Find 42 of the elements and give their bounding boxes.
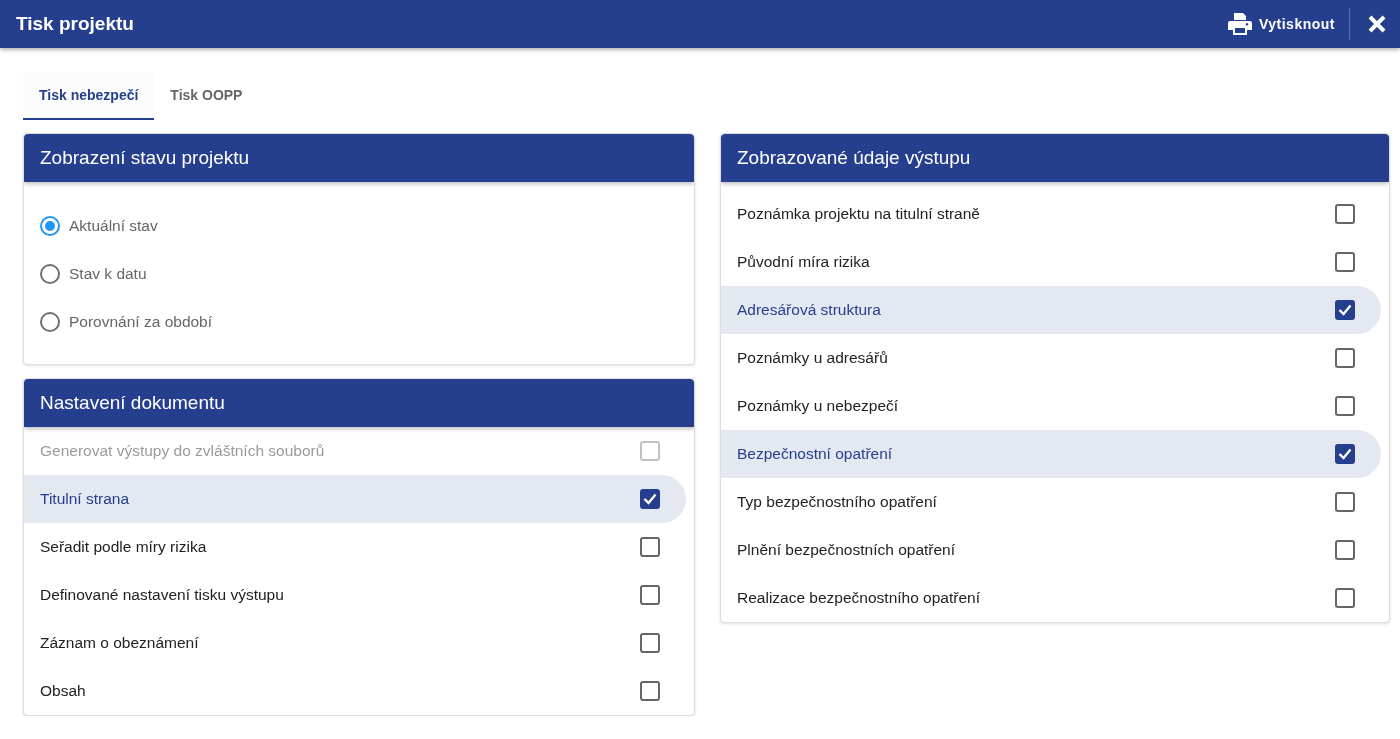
checkbox[interactable]: [1335, 300, 1355, 320]
checkbox-option[interactable]: Adresářová struktura: [721, 286, 1381, 334]
checkbox-option[interactable]: Plnění bezpečnostních opatření: [721, 526, 1381, 574]
checkbox[interactable]: [1335, 252, 1355, 272]
checkbox-option[interactable]: Obsah: [24, 667, 686, 715]
checkbox[interactable]: [1335, 540, 1355, 560]
checkbox-option[interactable]: Záznam o obeznámení: [24, 619, 686, 667]
checkbox[interactable]: [640, 633, 660, 653]
radio-button[interactable]: [40, 264, 60, 284]
checkbox[interactable]: [1335, 348, 1355, 368]
checkbox-option[interactable]: Typ bezpečnostního opatření: [721, 478, 1381, 526]
checkbox-option[interactable]: Poznámky u nebezpečí: [721, 382, 1381, 430]
checkbox[interactable]: [1335, 444, 1355, 464]
print-button[interactable]: Vytisknout: [1219, 7, 1343, 41]
panel-title: Nastavení dokumentu: [24, 379, 694, 427]
checkbox-option[interactable]: Bezpečnostní opatření: [721, 430, 1381, 478]
checkbox[interactable]: [640, 681, 660, 701]
checkbox[interactable]: [640, 489, 660, 509]
radio-option[interactable]: Aktuální stav: [24, 202, 686, 250]
checkbox[interactable]: [1335, 204, 1355, 224]
printer-icon: [1227, 13, 1252, 35]
checkbox[interactable]: [640, 537, 660, 557]
radio-option[interactable]: Stav k datu: [24, 250, 686, 298]
tab[interactable]: Tisk OOPP: [154, 72, 259, 120]
checkbox[interactable]: [1335, 396, 1355, 416]
checkbox[interactable]: [1335, 588, 1355, 608]
window-title: Tisk projektu: [16, 13, 135, 35]
checkbox-option[interactable]: Definované nastavení tisku výstupu: [24, 571, 686, 619]
checkbox[interactable]: [640, 585, 660, 605]
radio-option[interactable]: Porovnání za období: [24, 298, 686, 346]
checkbox-option[interactable]: Původní míra rizika: [721, 238, 1381, 286]
checkbox-option[interactable]: Poznámky u adresářů: [721, 334, 1381, 382]
checkbox-option[interactable]: Realizace bezpečnostního opatření: [721, 574, 1381, 622]
checkbox-option[interactable]: Titulní strana: [24, 475, 686, 523]
radio-button[interactable]: [40, 216, 60, 236]
panel-title: Zobrazení stavu projektu: [24, 134, 694, 182]
close-icon: [1368, 15, 1386, 33]
checkbox-option[interactable]: Seřadit podle míry rizika: [24, 523, 686, 571]
checkbox[interactable]: [1335, 492, 1355, 512]
panel-title: Zobrazované údaje výstupu: [721, 134, 1389, 182]
checkbox-option[interactable]: Poznámka projektu na titulní straně: [721, 190, 1381, 238]
radio-button[interactable]: [40, 312, 60, 332]
